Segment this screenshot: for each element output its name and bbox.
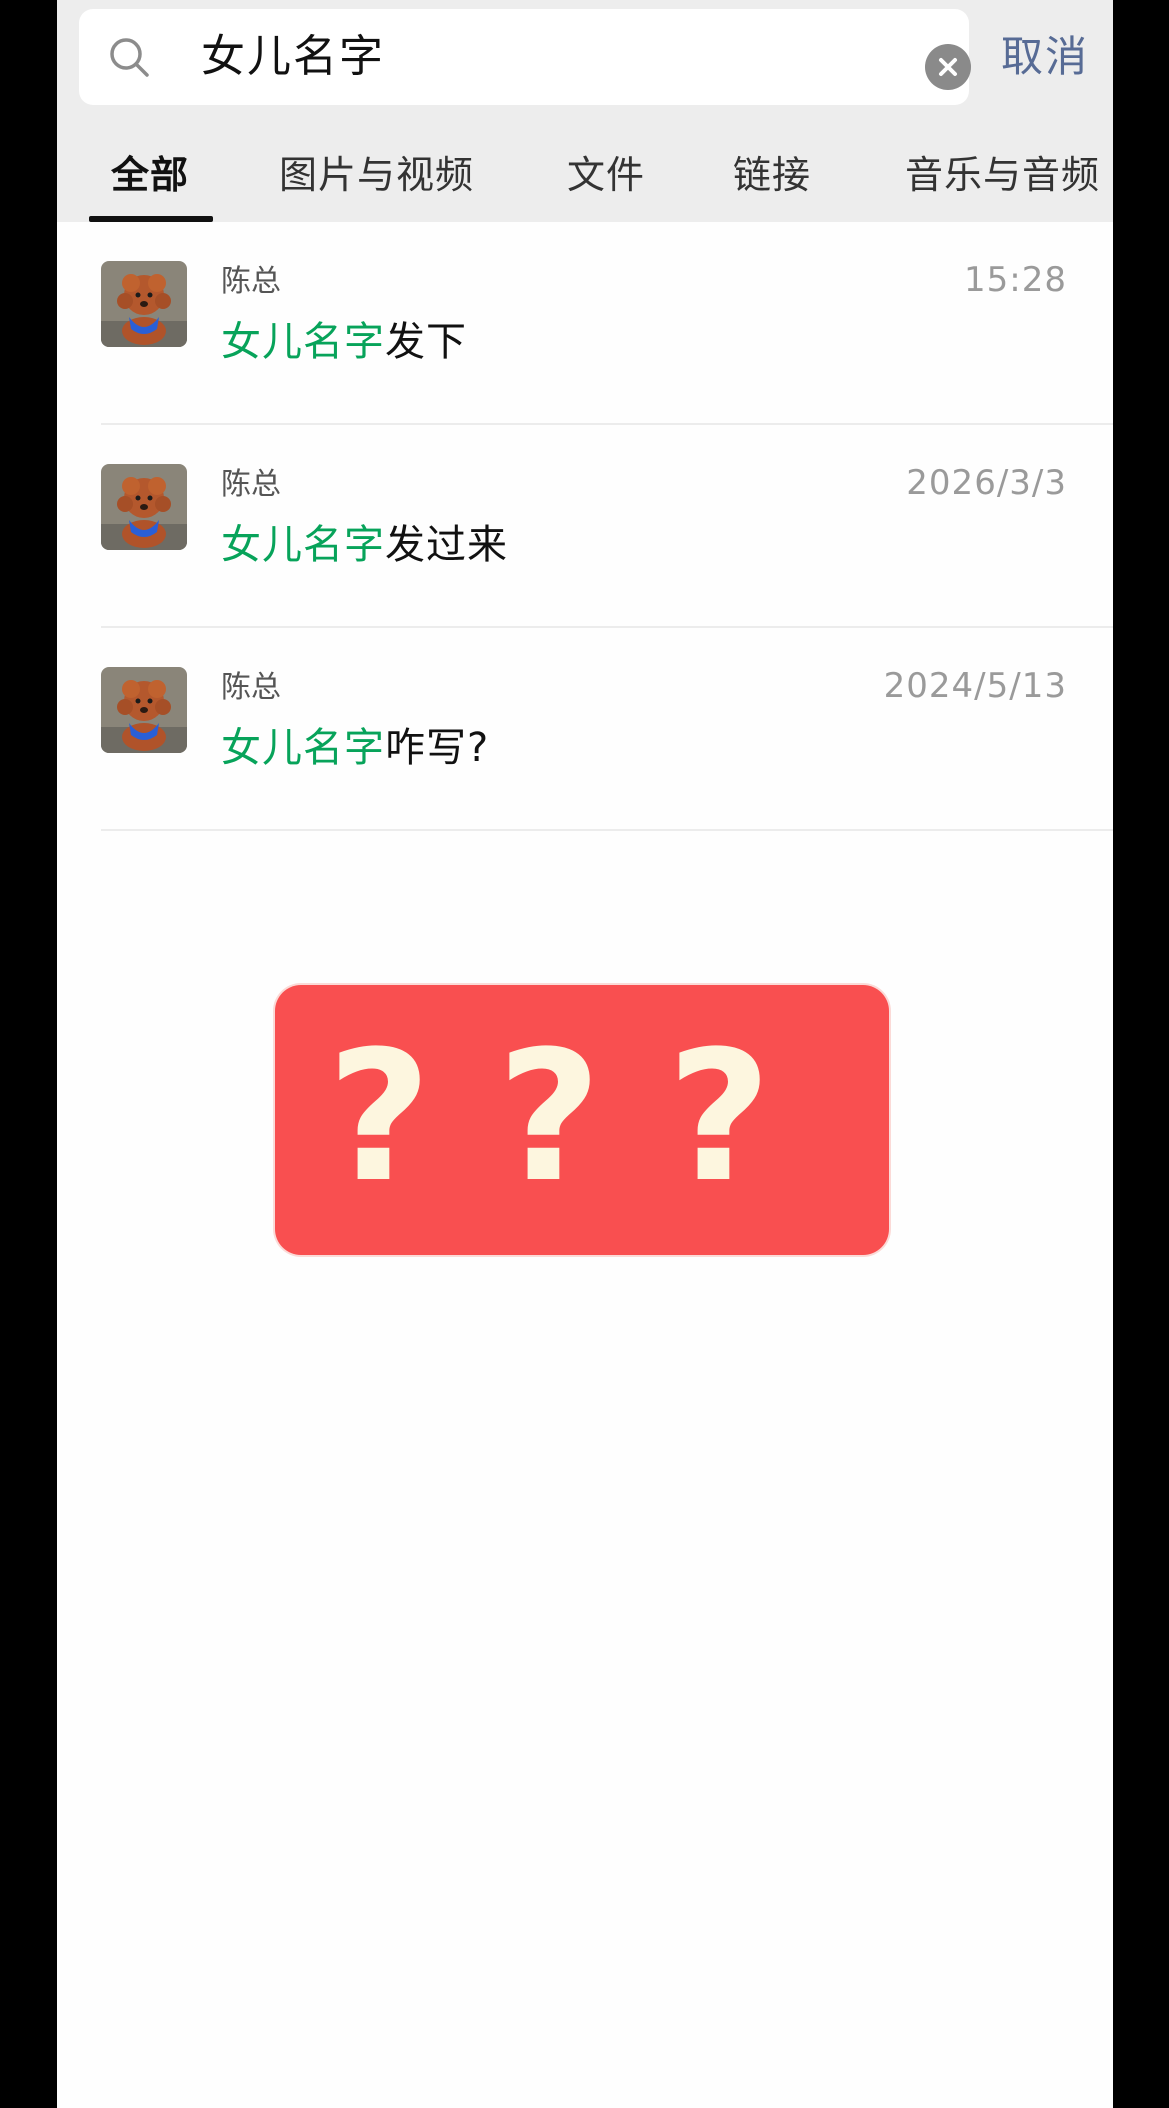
result-item[interactable]: 陈总 2026/3/3 女儿名字发过来 [57,425,1113,628]
filter-tabs: 全部 图片与视频 文件 链接 音乐与音频 [57,140,1113,222]
search-input[interactable]: 女儿名字 [201,9,385,105]
message-preview: 女儿名字咋写? [221,722,489,774]
tab-links[interactable]: 链接 [733,140,811,210]
tab-music-audio[interactable]: 音乐与音频 [905,140,1100,210]
question-badge: ? ? ? [275,985,889,1255]
message-time: 2024/5/13 [883,666,1067,706]
sender-name: 陈总 [221,264,281,299]
message-text: 咋写? [385,725,490,771]
search-icon [110,38,149,77]
sender-name: 陈总 [221,670,281,705]
tab-images-videos[interactable]: 图片与视频 [279,140,474,210]
result-item[interactable]: 陈总 15:28 女儿名字发下 [57,222,1113,425]
poodle-avatar[interactable] [101,667,187,753]
message-text: 发过来 [385,522,508,568]
keyword-highlight: 女儿名字 [221,725,385,771]
tab-files[interactable]: 文件 [567,140,645,210]
search-box[interactable]: 女儿名字 [79,9,971,105]
message-preview: 女儿名字发过来 [221,519,508,571]
question-mark: ? [667,1013,772,1222]
message-time: 15:28 [964,260,1067,300]
poodle-avatar[interactable] [101,464,187,550]
result-item[interactable]: 陈总 2024/5/13 女儿名字咋写? [57,628,1113,831]
message-time: 2026/3/3 [906,463,1067,503]
message-text: 发下 [385,319,467,365]
search-header: 女儿名字 取消 全部 图片与视频 文件 链接 音乐与音频 [57,0,1113,222]
keyword-highlight: 女儿名字 [221,319,385,365]
cancel-button[interactable]: 取消 [1001,24,1089,90]
question-mark: ? [497,1013,602,1222]
keyword-highlight: 女儿名字 [221,522,385,568]
poodle-avatar[interactable] [101,261,187,347]
tab-all[interactable]: 全部 [111,140,189,210]
sender-name: 陈总 [221,467,281,502]
message-preview: 女儿名字发下 [221,316,467,368]
phone-screen: 女儿名字 取消 全部 图片与视频 文件 链接 音乐与音频 陈总 15:28 女儿… [57,0,1113,2108]
divider [101,829,1113,831]
question-mark: ? [327,1013,432,1222]
clear-icon[interactable] [925,44,971,90]
